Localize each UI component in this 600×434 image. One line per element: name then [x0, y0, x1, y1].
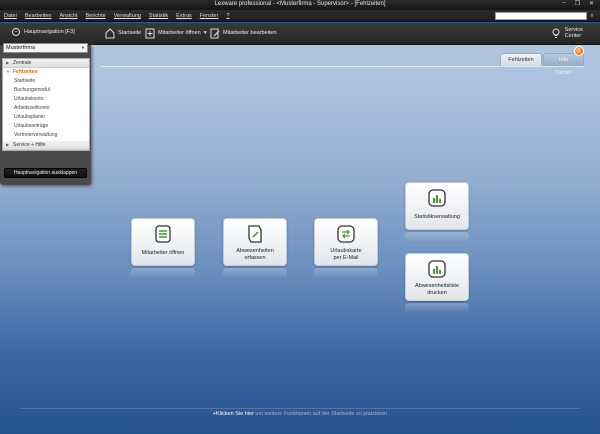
title-bar: Lexware professional - <Musterfirma - Su… [0, 0, 600, 10]
tile-reflection [131, 268, 195, 278]
collapse-circle-icon: – [12, 28, 20, 36]
tile-print-absence-list[interactable]: Abwesenheitsliste drucken [405, 253, 469, 301]
tile-leave-card-email[interactable]: Urlaubskarte per E-Mail [314, 218, 378, 266]
tile-reflection [314, 268, 378, 278]
bar-chart-icon [427, 188, 447, 208]
expand-arrow-icon: ▶ [6, 142, 10, 147]
tab-fehlzeiten[interactable]: Fehlzeiten [500, 53, 542, 66]
expand-arrow-icon: ▶ [6, 60, 10, 65]
menu-help[interactable]: ? [226, 13, 229, 19]
tile-record-absences[interactable]: Abwesenheiten erfassen [223, 218, 287, 266]
tab-divider [100, 66, 584, 67]
add-document-icon [144, 27, 155, 39]
tile-reflection [223, 268, 287, 278]
tree-item-urlaubskonto[interactable]: Urlaubskonto [3, 95, 89, 104]
notification-badge[interactable]: ! [574, 46, 584, 56]
footer-text: um weitere Funktionen auf der Startseite… [253, 411, 388, 417]
tile-reflection [405, 232, 469, 242]
toolbar: Startseite Mitarbeiter öffnen ▾ Mitarbei… [95, 23, 600, 45]
collapse-arrow-icon: ▼ [6, 69, 10, 74]
navigator-toggle[interactable]: – Hauptnavigation [F3] [12, 28, 75, 36]
lightbulb-icon [551, 27, 562, 39]
navigation-tree: ▶ Zentrale ▼ Fehlzeiten Startseite Buchu… [2, 58, 90, 151]
tree-item-arbeitszeitkonto[interactable]: Arbeitszeitkonto [3, 104, 89, 113]
service-center-button[interactable]: Service Center [551, 27, 600, 39]
tile-statistics[interactable]: Statistikverwaltung [405, 182, 469, 230]
menu-view[interactable]: Ansicht [59, 13, 77, 19]
tree-item-urlaubsplaner[interactable]: Urlaubsplaner [3, 113, 89, 122]
footer: +Klicken Sie hier um weitere Funktionen … [0, 411, 600, 417]
tile-label: Urlaubskarte per E-Mail [330, 248, 362, 261]
tile-label: Abwesenheitsliste drucken [414, 283, 460, 296]
dropdown-arrow-icon: ▾ [203, 30, 207, 36]
tree-item-urlaubsantraege[interactable]: Urlaubsanträge [3, 122, 89, 131]
tree-group-service-hilfe[interactable]: ▶ Service + Hilfe [3, 141, 89, 150]
tile-label: Statistikverwaltung [414, 214, 460, 220]
right-tabs: Fehlzeiten Info Center [500, 53, 584, 76]
window-title: Lexware professional - <Musterfirma - Su… [214, 1, 386, 7]
menu-administration[interactable]: Verwaltung [114, 13, 141, 19]
tree-item-vertreterverwaltung[interactable]: Vertreterverwaltung [3, 131, 89, 140]
maximize-button[interactable]: ❐ [575, 0, 580, 7]
open-employee-button[interactable]: Mitarbeiter öffnen ▾ [144, 27, 206, 39]
close-button[interactable]: ✕ [589, 0, 594, 7]
menu-reports[interactable]: Berichte [86, 13, 106, 19]
menu-bar: Datei Bearbeiten Ansicht Berichte Verwal… [0, 10, 600, 22]
search-icon[interactable]: ⌕ [588, 12, 596, 20]
menu-file[interactable]: Datei [4, 13, 17, 19]
menu-edit[interactable]: Bearbeiten [25, 13, 52, 19]
tree-item-startseite[interactable]: Startseite [3, 77, 89, 86]
exchange-arrows-icon [336, 224, 356, 244]
report-chart-icon [427, 259, 447, 279]
menu-extras[interactable]: Extras [176, 13, 192, 19]
menu-window[interactable]: Fenster [200, 13, 219, 19]
add-functions-link[interactable]: +Klicken Sie hier [213, 411, 254, 417]
home-icon [104, 27, 115, 39]
tile-reflection [405, 303, 469, 313]
edit-sheet-icon [245, 224, 265, 244]
employee-list-icon [153, 224, 173, 244]
edit-employee-button[interactable]: Mitarbeiter bearbeiten [209, 27, 277, 39]
tile-label: Abwesenheiten erfassen [236, 248, 274, 261]
search-input[interactable] [495, 12, 587, 20]
menu-statistics[interactable]: Statistik [149, 13, 168, 19]
edit-document-icon [209, 27, 220, 39]
tree-group-zentrale[interactable]: ▶ Zentrale [3, 59, 89, 68]
tile-label: Mitarbeiter öffnen [141, 250, 185, 256]
navigator-title: Hauptnavigation [F3] [24, 29, 75, 35]
tree-group-fehlzeiten[interactable]: ▼ Fehlzeiten [3, 68, 89, 77]
navigator-header: – Hauptnavigation [F3] [0, 23, 95, 45]
company-name: Musterfirma [6, 45, 36, 51]
minimize-button[interactable]: – [562, 0, 565, 7]
footer-divider [20, 408, 580, 409]
tile-open-employee[interactable]: Mitarbeiter öffnen [131, 218, 195, 266]
tree-item-buchungsmodul[interactable]: Buchungsmodul [3, 86, 89, 95]
expand-navigator-button[interactable]: Hauptnavigation ausklappen [4, 168, 87, 178]
company-select[interactable]: Musterfirma ▼ [3, 43, 88, 53]
chevron-down-icon: ▼ [81, 45, 85, 50]
home-button[interactable]: Startseite [104, 27, 141, 39]
